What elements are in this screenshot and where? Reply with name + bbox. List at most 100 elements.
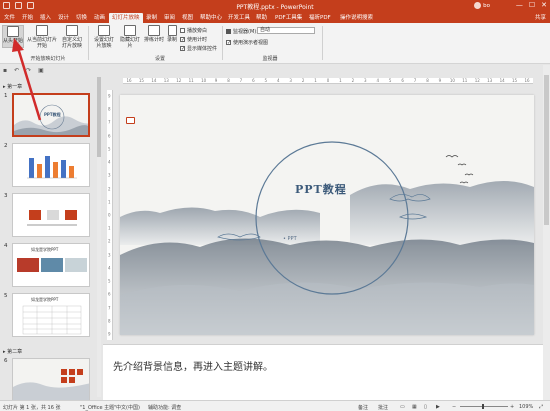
tab-slideshow[interactable]: 幻灯片放映: [109, 13, 143, 23]
rehearse-button[interactable]: 排练计时: [144, 25, 164, 43]
tab-home[interactable]: 开始: [22, 13, 33, 23]
zoom-slider-thumb[interactable]: [482, 404, 484, 409]
tab-insert[interactable]: 插入: [40, 13, 51, 23]
zoom-slider[interactable]: [460, 406, 508, 407]
minimize-button[interactable]: —: [516, 1, 523, 9]
slide-thumbnail-1[interactable]: PPT教程: [12, 93, 90, 137]
ruler-tick-label: 15: [138, 78, 144, 83]
scroll-thumb[interactable]: [97, 77, 101, 157]
custom-show-button[interactable]: 自定义幻灯片放映: [60, 25, 84, 49]
fit-to-window-icon[interactable]: ⤢: [539, 404, 543, 410]
thumbnail-scrollbar[interactable]: [97, 77, 101, 397]
tab-pdf-tools[interactable]: PDF工具集: [275, 13, 302, 23]
tab-record[interactable]: 录制: [146, 13, 157, 23]
record-button[interactable]: 录制: [166, 25, 178, 43]
tab-help-center[interactable]: 帮助中心: [200, 13, 222, 23]
comment-icon[interactable]: [126, 117, 135, 124]
section-header-2[interactable]: ▸ 第二章: [3, 348, 22, 355]
notes-button[interactable]: 备注: [358, 404, 368, 411]
tab-transitions[interactable]: 切换: [76, 13, 87, 23]
ruler-tick-label: 3: [108, 252, 111, 258]
ruler-tick-label: 6: [252, 78, 255, 83]
maximize-button[interactable]: ☐: [529, 1, 535, 9]
slide-thumbnail-3[interactable]: [12, 193, 90, 237]
checkbox-icon: [180, 37, 185, 42]
start-icon[interactable]: ▣: [38, 67, 44, 74]
slide-thumbnail-2[interactable]: [12, 143, 90, 187]
record-label: 录制: [166, 37, 177, 43]
setup-show-button[interactable]: 设置幻灯片放映: [92, 25, 116, 49]
slide-scrollbar[interactable]: [543, 65, 550, 400]
hide-slide-button[interactable]: 隐藏幻灯片: [119, 25, 141, 49]
title-bar: PPT教程.pptx - PowerPoint bo — ☐ ✕: [0, 0, 550, 12]
from-start-button[interactable]: 从头开始: [2, 25, 24, 48]
ruler-tick-label: 1: [108, 225, 111, 231]
tab-review[interactable]: 审阅: [164, 13, 175, 23]
slideshow-view-icon[interactable]: ▶: [436, 404, 440, 410]
tab-developer[interactable]: 开发工具: [228, 13, 250, 23]
language-indicator[interactable]: 中文(中国): [116, 404, 140, 411]
close-button[interactable]: ✕: [541, 1, 547, 9]
comments-button[interactable]: 批注: [378, 404, 388, 411]
ruler-tick-label: 9: [438, 78, 442, 83]
ruler-tick-label: 14: [499, 78, 505, 83]
theme-name: "1_Office 主题": [80, 405, 117, 411]
slide-subtitle[interactable]: • PPT: [283, 236, 297, 242]
slide-title[interactable]: PPT教程: [295, 181, 375, 197]
ruler-tick-label: 5: [388, 78, 392, 83]
thumb-number: 6: [4, 358, 8, 364]
scroll-thumb[interactable]: [544, 75, 549, 225]
undo-icon[interactable]: ↶: [14, 67, 19, 74]
notes-text[interactable]: 先介绍背景信息，再进入主题讲解。: [113, 358, 273, 373]
slide-sorter-icon[interactable]: ▦: [412, 404, 417, 410]
from-current-label: 从当前幻灯片开始: [27, 37, 58, 49]
slide-thumbnail-5[interactable]: 如龙是学院PPT: [12, 293, 90, 337]
slide-thumbnail-4[interactable]: 如龙是学院PPT: [12, 243, 90, 287]
thumb-title: 如龙是学院PPT: [31, 247, 59, 252]
ruler-tick-label: 6: [108, 133, 111, 139]
tab-view[interactable]: 视图: [182, 13, 193, 23]
save-icon[interactable]: ▪: [3, 67, 7, 74]
from-current-button[interactable]: 从当前幻灯片开始: [27, 25, 57, 49]
horizontal-ruler: 16 15 14 13 12 11 10 9 8 7 6 5 4 3 2 1 0 1 2 3 4 5 6 7 8 9 10 11 12 1…: [123, 78, 533, 84]
ruler-tick-label: 3: [108, 172, 111, 178]
tab-design[interactable]: 设计: [58, 13, 69, 23]
accessibility-status[interactable]: 辅助功能: 调查: [148, 404, 181, 411]
normal-view-icon[interactable]: ▭: [400, 404, 405, 410]
user-account[interactable]: bo: [474, 2, 490, 9]
narration-checkbox[interactable]: 播放旁白: [180, 27, 207, 34]
zoom-out-icon[interactable]: −: [452, 404, 456, 410]
landscape-thumbnail: PPT教程: [14, 95, 88, 135]
tab-help[interactable]: 帮助: [256, 13, 267, 23]
share-button[interactable]: 共享: [535, 13, 546, 23]
presenter-view-checkbox[interactable]: 使用演示者视图: [226, 39, 268, 46]
slide-canvas[interactable]: PPT教程 • PPT: [120, 95, 534, 335]
notes-pane[interactable]: 先介绍背景信息，再进入主题讲解。: [103, 344, 543, 400]
reading-view-icon[interactable]: ▯: [424, 404, 427, 410]
ruler-tick-label: 12: [176, 78, 182, 83]
ruler-tick-label: 1: [314, 78, 317, 83]
ruler-tick-label: 0: [326, 78, 330, 83]
ruler-tick-label: 11: [188, 78, 194, 83]
tab-animations[interactable]: 动画: [94, 13, 105, 23]
monitor-select[interactable]: 自动: [257, 27, 315, 34]
setup-icon: [98, 25, 110, 36]
tab-file[interactable]: 文件: [4, 13, 15, 23]
slide-thumbnail-6[interactable]: [12, 358, 90, 402]
tab-tell-me[interactable]: 操作说明搜索: [340, 13, 373, 23]
section-header-1[interactable]: ▸ 第一章: [3, 83, 22, 90]
monitor-label: 监视器(M):: [226, 28, 258, 35]
zoom-level[interactable]: 109%: [519, 404, 533, 410]
tab-foxit-pdf[interactable]: 福昕PDF: [309, 13, 331, 23]
rehearse-label: 排练计时: [144, 37, 165, 43]
ruler-tick-label: 4: [108, 159, 111, 165]
zoom-in-icon[interactable]: +: [510, 404, 514, 410]
timing-label: 使用计时: [187, 37, 208, 43]
media-controls-checkbox[interactable]: 显示媒体控件: [180, 45, 217, 52]
redo-icon[interactable]: ↷: [26, 67, 31, 74]
vertical-ruler: 9 8 7 6 5 4 3 2 1 0 1 2 3 4 5 6 7 8 9: [107, 90, 113, 340]
slide-count: 幻灯片 第 1 张，共 16 张: [3, 405, 61, 411]
timing-checkbox[interactable]: 使用计时: [180, 36, 207, 43]
ruler-tick-label: 7: [108, 305, 111, 311]
window-title: PPT教程.pptx - PowerPoint: [236, 4, 314, 11]
